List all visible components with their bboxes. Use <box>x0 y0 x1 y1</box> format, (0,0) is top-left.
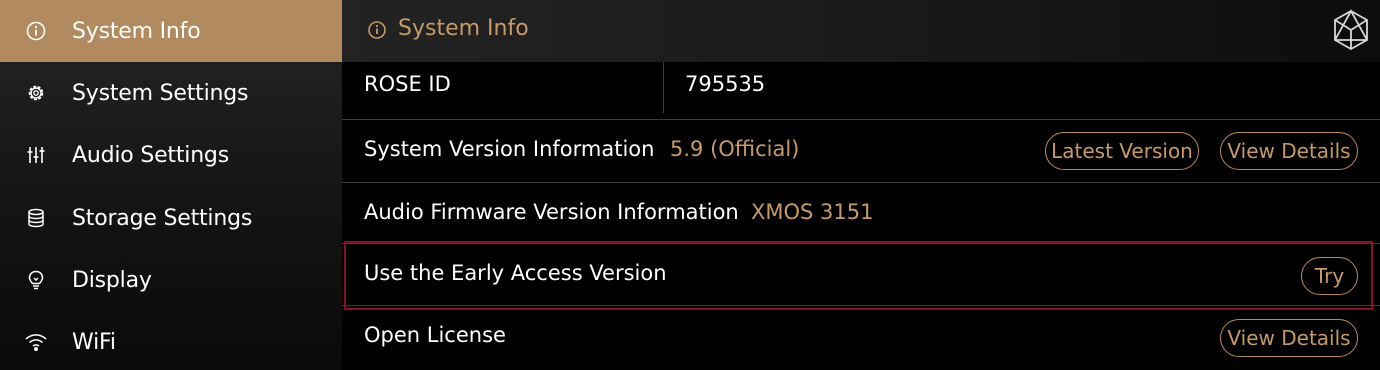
sidebar-item-label: System Settings <box>72 80 249 106</box>
info-icon <box>366 19 390 43</box>
main-panel: System Info ROSE ID 795535 System Versio… <box>342 0 1380 370</box>
divider <box>663 62 664 113</box>
open-license-label: Open License <box>364 323 506 347</box>
sidebar-item-label: Display <box>72 267 152 293</box>
rose-id-label: ROSE ID <box>364 72 451 96</box>
rose-logo-icon <box>1330 8 1372 52</box>
gear-icon <box>24 81 48 105</box>
sidebar-item-label: Storage Settings <box>72 205 253 231</box>
lightbulb-icon <box>24 268 48 292</box>
sidebar-item-storage-settings[interactable]: Storage Settings <box>0 187 342 249</box>
view-details-button[interactable]: View Details <box>1220 132 1358 170</box>
sidebar: System Info System Settings Audio Settin… <box>0 0 342 370</box>
system-version-label: System Version Information <box>364 137 655 161</box>
sidebar-item-label: Audio Settings <box>72 142 229 168</box>
rose-id-value: 795535 <box>685 72 766 96</box>
view-details-button[interactable]: View Details <box>1220 319 1358 357</box>
sidebar-item-label: System Info <box>72 18 201 44</box>
sidebar-item-wifi[interactable]: WiFi <box>0 311 342 370</box>
audio-firmware-value: XMOS 3151 <box>751 200 874 224</box>
early-access-label: Use the Early Access Version <box>364 261 667 285</box>
page-header: System Info <box>342 0 1380 62</box>
page-title: System Info <box>398 16 529 41</box>
sidebar-item-display[interactable]: Display <box>0 249 342 311</box>
sliders-icon <box>24 143 48 167</box>
sidebar-item-label: WiFi <box>72 329 116 355</box>
early-access-row: Use the Early Access Version Try <box>342 244 1380 306</box>
sidebar-item-audio-settings[interactable]: Audio Settings <box>0 124 342 186</box>
system-version-value: 5.9 (Official) <box>670 137 800 161</box>
audio-firmware-label: Audio Firmware Version Information <box>364 200 739 224</box>
info-icon <box>24 19 48 43</box>
latest-version-button[interactable]: Latest Version <box>1045 132 1199 170</box>
wifi-icon <box>24 330 48 354</box>
database-icon <box>24 206 48 230</box>
sidebar-item-system-settings[interactable]: System Settings <box>0 62 342 124</box>
sidebar-item-system-info[interactable]: System Info <box>0 0 342 62</box>
system-version-row: System Version Information 5.9 (Official… <box>342 120 1380 183</box>
open-license-row: Open License View Details <box>342 306 1380 370</box>
rose-id-row: ROSE ID 795535 <box>342 62 1380 120</box>
try-button[interactable]: Try <box>1301 257 1358 295</box>
audio-firmware-row: Audio Firmware Version Information XMOS … <box>342 183 1380 244</box>
